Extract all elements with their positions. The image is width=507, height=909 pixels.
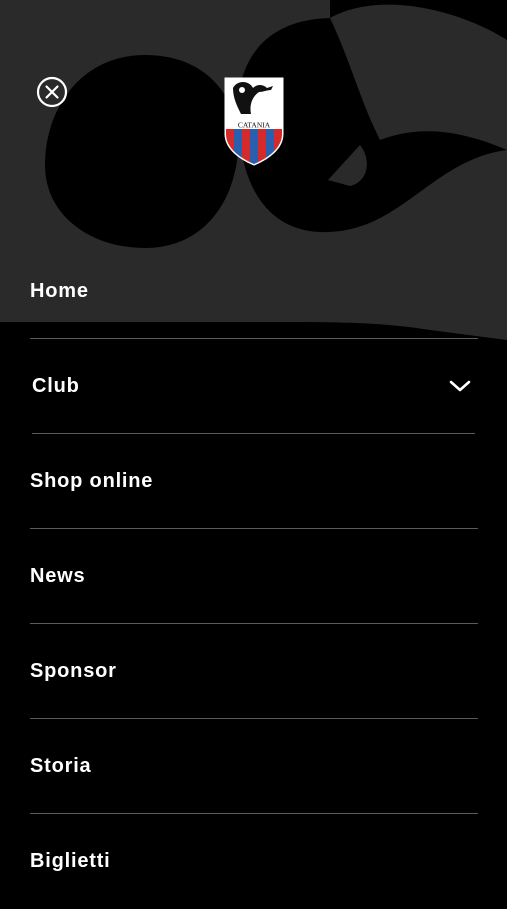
- menu-item-label: Shop online: [30, 469, 154, 492]
- menu-item-club[interactable]: Club: [32, 339, 475, 434]
- main-menu: Home Club Shop online News Sponsor Stori…: [30, 244, 478, 909]
- menu-item-label: Storia: [30, 754, 92, 777]
- club-logo[interactable]: CATANIA: [223, 76, 285, 166]
- logo-text: CATANIA: [238, 121, 271, 130]
- menu-item-label: Sponsor: [30, 659, 117, 682]
- menu-item-news[interactable]: News: [30, 529, 478, 624]
- menu-item-label: Home: [30, 279, 89, 302]
- menu-item-sponsor[interactable]: Sponsor: [30, 624, 478, 719]
- menu-item-shop-online[interactable]: Shop online: [30, 434, 478, 529]
- menu-item-label: Biglietti: [30, 850, 111, 872]
- menu-item-home[interactable]: Home: [30, 244, 478, 339]
- close-icon[interactable]: [36, 76, 68, 108]
- menu-item-storia[interactable]: Storia: [30, 719, 478, 814]
- chevron-down-icon[interactable]: [449, 379, 471, 393]
- menu-item-label: News: [30, 564, 86, 587]
- menu-item-label: Club: [32, 374, 80, 397]
- menu-item-biglietti[interactable]: Biglietti: [30, 814, 478, 909]
